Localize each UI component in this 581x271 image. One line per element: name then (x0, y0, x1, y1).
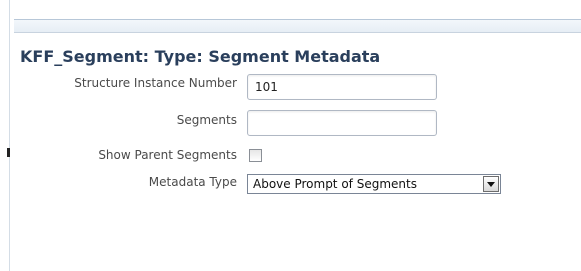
metadata-type-selected-value: Above Prompt of Segments (253, 177, 417, 191)
dropdown-button[interactable] (483, 176, 499, 192)
chevron-down-icon (487, 182, 495, 187)
metadata-type-label: Metadata Type (148, 175, 237, 189)
splitter-handle[interactable] (7, 148, 10, 157)
show-parent-segments-label: Show Parent Segments (98, 148, 237, 162)
segments-label: Segments (176, 113, 237, 127)
page-title: KFF_Segment: Type: Segment Metadata (20, 47, 381, 66)
segments-field[interactable] (247, 110, 437, 136)
structure-instance-number-label: Structure Instance Number (74, 76, 237, 90)
toolbar-strip (14, 19, 581, 33)
top-toolbar-area (0, 0, 581, 33)
structure-instance-number-field[interactable] (247, 74, 437, 100)
metadata-type-select[interactable]: Above Prompt of Segments (247, 174, 501, 194)
show-parent-segments-checkbox[interactable] (249, 149, 262, 162)
left-divider (9, 0, 10, 271)
